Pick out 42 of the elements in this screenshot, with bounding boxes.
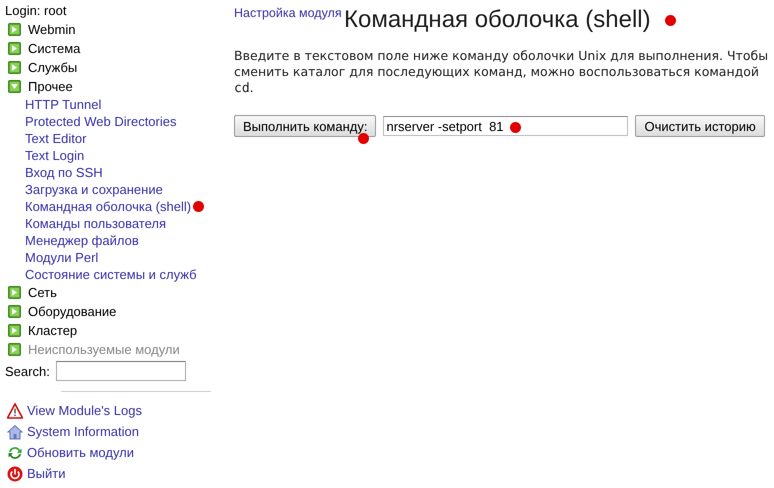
module-link[interactable]: Вход по SSH xyxy=(25,165,103,180)
search-label: Search: xyxy=(5,364,50,378)
category-link[interactable]: Оборудование xyxy=(28,304,116,319)
search-field[interactable] xyxy=(56,361,186,381)
description-text: Введите в текстовом поле ниже команду оболочки Unix для выполнения. Чтобы сменить каталог для последующих команд, можно воспользоваться командой cd. xyxy=(234,48,770,97)
module-link[interactable]: Состояние системы и служб xyxy=(25,267,197,282)
module-link[interactable]: Загрузка и сохранение xyxy=(25,182,163,197)
module-link[interactable]: Команды пользователя xyxy=(25,216,166,231)
sidebar-link[interactable]: View Module's Logs xyxy=(27,403,142,418)
run-command-button[interactable]: Выполнить команду: xyxy=(234,115,376,137)
module-link[interactable]: Text Editor xyxy=(25,131,86,146)
module-link[interactable]: Менеджер файлов xyxy=(25,233,139,248)
category-link[interactable]: Система xyxy=(28,41,80,56)
sidebar-link[interactable]: Выйти xyxy=(27,466,66,481)
expand-icon[interactable] xyxy=(8,286,21,299)
expand-icon[interactable] xyxy=(8,23,21,36)
collapse-icon[interactable] xyxy=(8,80,21,93)
category-link[interactable]: Webmin xyxy=(28,22,76,37)
sidebar-link[interactable]: System Information xyxy=(27,424,139,439)
power-icon xyxy=(7,466,23,482)
clear-history-button[interactable]: Очистить историю xyxy=(635,115,765,137)
refresh-icon xyxy=(7,444,23,460)
page-title: Командная оболочка (shell) xyxy=(344,6,651,34)
category-link[interactable]: Прочее xyxy=(28,79,73,94)
module-link[interactable]: HTTP Tunnel xyxy=(25,97,102,112)
expand-icon[interactable] xyxy=(8,305,21,318)
category-link[interactable]: Службы xyxy=(28,60,78,75)
warning-icon xyxy=(7,402,23,418)
module-link[interactable]: Text Login xyxy=(25,148,84,163)
expand-icon[interactable] xyxy=(8,61,21,74)
command-field[interactable]: nrserver -setport 81 xyxy=(383,116,628,136)
category-link[interactable]: Кластер xyxy=(28,323,78,338)
house-icon xyxy=(7,424,23,440)
category-link[interactable]: Сеть xyxy=(28,285,57,300)
expand-icon[interactable] xyxy=(8,324,21,337)
module-config-link[interactable]: Настройка модуля xyxy=(234,6,344,21)
expand-icon[interactable] xyxy=(8,42,21,55)
module-link[interactable]: Protected Web Directories xyxy=(25,114,176,129)
sidebar-link[interactable]: Обновить модули xyxy=(27,445,134,460)
login-label: Login: root xyxy=(5,2,68,20)
module-link[interactable]: Командная оболочка (shell) xyxy=(25,199,192,214)
module-link[interactable]: Модули Perl xyxy=(25,250,98,265)
